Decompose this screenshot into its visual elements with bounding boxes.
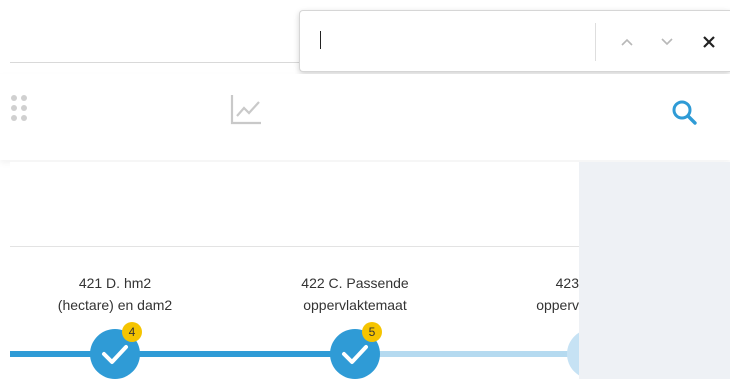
find-next-button[interactable]: [654, 29, 680, 55]
apps-grid-button[interactable]: [10, 94, 32, 131]
search-button[interactable]: [670, 98, 700, 133]
find-close-button[interactable]: [696, 29, 722, 55]
step-title-line1: 422 C. Passende: [301, 275, 409, 291]
side-panel: [579, 162, 730, 379]
find-in-page-bar: [299, 10, 730, 72]
chart-button[interactable]: [229, 92, 263, 131]
step-title-line1: 423: [555, 275, 579, 291]
search-icon: [672, 100, 697, 125]
apps-grid-icon: [11, 95, 27, 121]
section-divider: [10, 246, 579, 247]
step-title-line1: 421 D. hm2: [78, 275, 152, 291]
close-icon: [703, 36, 715, 48]
find-previous-button[interactable]: [614, 29, 640, 55]
step-count-badge: 4: [122, 322, 142, 342]
address-bar-underline: [10, 62, 310, 63]
step-title-line2: (hectare) en dam2: [57, 297, 173, 313]
step-title-line2: oppervlaktemaat: [303, 297, 407, 313]
step-node-pending[interactable]: [567, 329, 579, 379]
app-toolbar: [0, 74, 730, 160]
progress-track-remaining: [355, 351, 579, 357]
text-caret: [320, 31, 321, 49]
find-input[interactable]: [312, 23, 586, 61]
checkmark-icon: [102, 345, 128, 364]
find-separator: [595, 23, 596, 61]
step-label: 423 opperv: [505, 272, 579, 316]
progress-stepper: 421 D. hm2 (hectare) en dam2 422 C. Pass…: [10, 162, 579, 379]
chevron-up-icon: [621, 38, 633, 46]
step-label: 421 D. hm2 (hectare) en dam2: [15, 272, 215, 316]
progress-track-completed: [10, 351, 355, 357]
line-chart-icon: [230, 95, 261, 125]
step-label: 422 C. Passende oppervlaktemaat: [255, 272, 455, 316]
step-title-line2: opperv: [536, 297, 579, 313]
chevron-down-icon: [661, 38, 673, 46]
step-count-badge: 5: [362, 322, 382, 342]
checkmark-icon: [342, 345, 368, 364]
